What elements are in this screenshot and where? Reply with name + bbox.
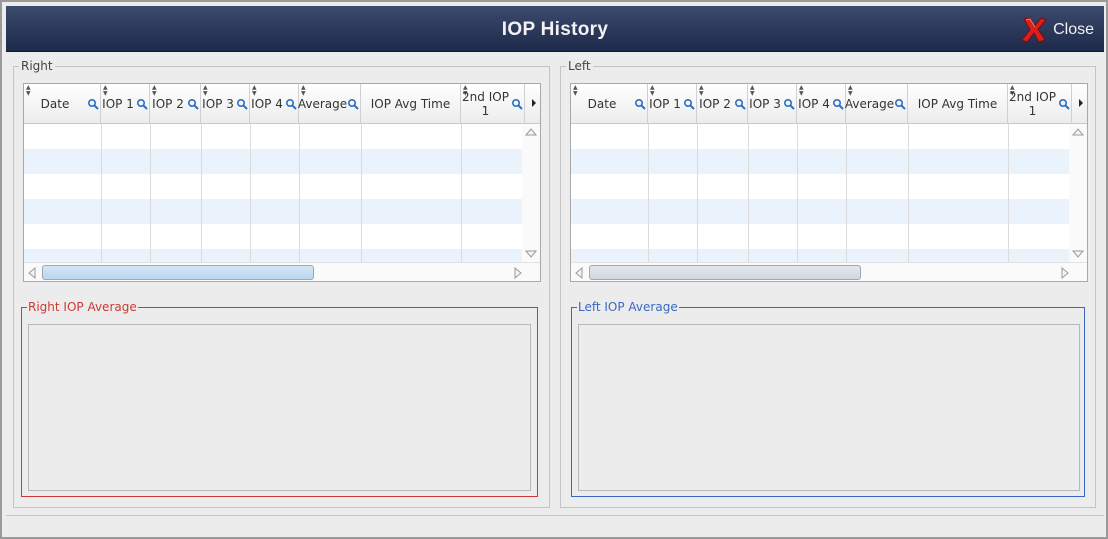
title-bar: IOP History Close xyxy=(6,6,1104,52)
grid-header: ▲ ▼ Date ▲ ▼ IOP 1 ▲ ▼ IOP 2 ▲ ▼ IOP 3 ▲… xyxy=(24,84,529,124)
column-header-iop3[interactable]: ▲ ▼ IOP 3 xyxy=(748,84,797,124)
table-row[interactable] xyxy=(571,124,1069,149)
left-panel-legend: Left xyxy=(566,59,593,73)
search-icon[interactable] xyxy=(1058,98,1070,110)
right-panel: Right ▲ ▼ Date ▲ ▼ IOP 1 ▲ ▼ IOP 2 ▲ ▼ I… xyxy=(13,59,550,508)
table-row[interactable] xyxy=(571,224,1069,249)
search-icon[interactable] xyxy=(187,98,199,110)
column-header-2nd-iop1[interactable]: ▲ ▼ 2nd IOP 1 xyxy=(461,84,525,124)
table-row[interactable] xyxy=(571,199,1069,224)
search-icon[interactable] xyxy=(236,98,248,110)
column-header-iop4[interactable]: ▲ ▼ IOP 4 xyxy=(797,84,846,124)
column-header-iop1[interactable]: ▲ ▼ IOP 1 xyxy=(648,84,697,124)
window-title: IOP History xyxy=(501,19,609,40)
column-divider xyxy=(250,124,251,262)
search-icon[interactable] xyxy=(511,98,523,110)
left-iop-average-chart xyxy=(578,324,1080,491)
horizontal-scrollbar[interactable] xyxy=(571,262,1087,281)
column-header-date[interactable]: ▲ ▼ Date xyxy=(24,84,101,124)
search-icon[interactable] xyxy=(832,98,844,110)
grid-header: ▲ ▼ Date ▲ ▼ IOP 1 ▲ ▼ IOP 2 ▲ ▼ IOP 3 ▲… xyxy=(571,84,1076,124)
column-header-iop1[interactable]: ▲ ▼ IOP 1 xyxy=(101,84,150,124)
column-divider xyxy=(908,124,909,262)
column-divider xyxy=(101,124,102,262)
scroll-down-icon[interactable] xyxy=(525,250,537,258)
column-divider xyxy=(299,124,300,262)
close-x-icon xyxy=(1021,17,1047,43)
column-header-average[interactable]: ▲ ▼ Average xyxy=(845,84,908,124)
table-row[interactable] xyxy=(24,149,522,174)
column-divider xyxy=(461,124,462,262)
column-header-iop2[interactable]: ▲ ▼ IOP 2 xyxy=(697,84,748,124)
status-bar xyxy=(6,515,1104,535)
search-icon[interactable] xyxy=(734,98,746,110)
column-divider xyxy=(846,124,847,262)
iop-history-window: IOP History Close Right ▲ ▼ Date ▲ ▼ IOP 1 xyxy=(0,0,1108,539)
left-panel: Left ▲ ▼ Date ▲ ▼ IOP 1 ▲ ▼ IOP 2 ▲ ▼ IO… xyxy=(560,59,1096,508)
left-iop-grid[interactable]: ▲ ▼ Date ▲ ▼ IOP 1 ▲ ▼ IOP 2 ▲ ▼ IOP 3 ▲… xyxy=(570,83,1088,282)
scrollbar-thumb[interactable] xyxy=(42,265,314,280)
column-divider xyxy=(1008,124,1009,262)
grid-rows xyxy=(571,124,1069,274)
left-iop-average-group: Left IOP Average xyxy=(571,300,1085,497)
column-header-2nd-iop1[interactable]: ▲ ▼ 2nd IOP 1 xyxy=(1008,84,1072,124)
column-divider xyxy=(748,124,749,262)
scroll-down-icon[interactable] xyxy=(1072,250,1084,258)
column-divider xyxy=(201,124,202,262)
scroll-columns-button[interactable] xyxy=(529,84,540,124)
scroll-left-icon[interactable] xyxy=(575,267,583,279)
search-icon[interactable] xyxy=(347,98,359,110)
table-row[interactable] xyxy=(24,174,522,199)
column-divider xyxy=(648,124,649,262)
scroll-columns-button[interactable] xyxy=(1076,84,1087,124)
column-header-date[interactable]: ▲ ▼ Date xyxy=(571,84,648,124)
left-iop-average-label: Left IOP Average xyxy=(577,300,679,314)
right-iop-average-label: Right IOP Average xyxy=(27,300,138,314)
column-divider xyxy=(150,124,151,262)
scroll-up-icon[interactable] xyxy=(525,128,537,136)
search-icon[interactable] xyxy=(87,98,99,110)
table-row[interactable] xyxy=(24,224,522,249)
column-header-iop-avg-time[interactable]: IOP Avg Time xyxy=(361,84,461,124)
right-iop-average-chart xyxy=(28,324,531,491)
column-header-iop-avg-time[interactable]: IOP Avg Time xyxy=(908,84,1008,124)
horizontal-scrollbar[interactable] xyxy=(24,262,540,281)
right-panel-legend: Right xyxy=(19,59,55,73)
scroll-left-icon[interactable] xyxy=(28,267,36,279)
close-label: Close xyxy=(1053,21,1094,38)
vertical-scrollbar[interactable] xyxy=(1069,124,1087,262)
column-header-average[interactable]: ▲ ▼ Average xyxy=(298,84,361,124)
column-divider xyxy=(797,124,798,262)
column-header-iop3[interactable]: ▲ ▼ IOP 3 xyxy=(201,84,250,124)
right-iop-grid[interactable]: ▲ ▼ Date ▲ ▼ IOP 1 ▲ ▼ IOP 2 ▲ ▼ IOP 3 ▲… xyxy=(23,83,541,282)
search-icon[interactable] xyxy=(285,98,297,110)
scroll-right-icon[interactable] xyxy=(1061,267,1069,279)
grid-rows xyxy=(24,124,522,274)
search-icon[interactable] xyxy=(783,98,795,110)
column-divider xyxy=(697,124,698,262)
search-icon[interactable] xyxy=(136,98,148,110)
column-divider xyxy=(361,124,362,262)
close-button[interactable]: Close xyxy=(1019,15,1094,45)
table-row[interactable] xyxy=(24,199,522,224)
arrow-right-icon xyxy=(532,99,536,107)
scroll-right-icon[interactable] xyxy=(514,267,522,279)
arrow-right-icon xyxy=(1079,99,1083,107)
column-header-iop4[interactable]: ▲ ▼ IOP 4 xyxy=(250,84,299,124)
search-icon[interactable] xyxy=(683,98,695,110)
column-header-iop2[interactable]: ▲ ▼ IOP 2 xyxy=(150,84,201,124)
scrollbar-thumb[interactable] xyxy=(589,265,861,280)
table-row[interactable] xyxy=(24,124,522,149)
search-icon[interactable] xyxy=(634,98,646,110)
table-row[interactable] xyxy=(571,174,1069,199)
right-iop-average-group: Right IOP Average xyxy=(21,300,538,497)
vertical-scrollbar[interactable] xyxy=(522,124,540,262)
scroll-up-icon[interactable] xyxy=(1072,128,1084,136)
search-icon[interactable] xyxy=(894,98,906,110)
table-row[interactable] xyxy=(571,149,1069,174)
